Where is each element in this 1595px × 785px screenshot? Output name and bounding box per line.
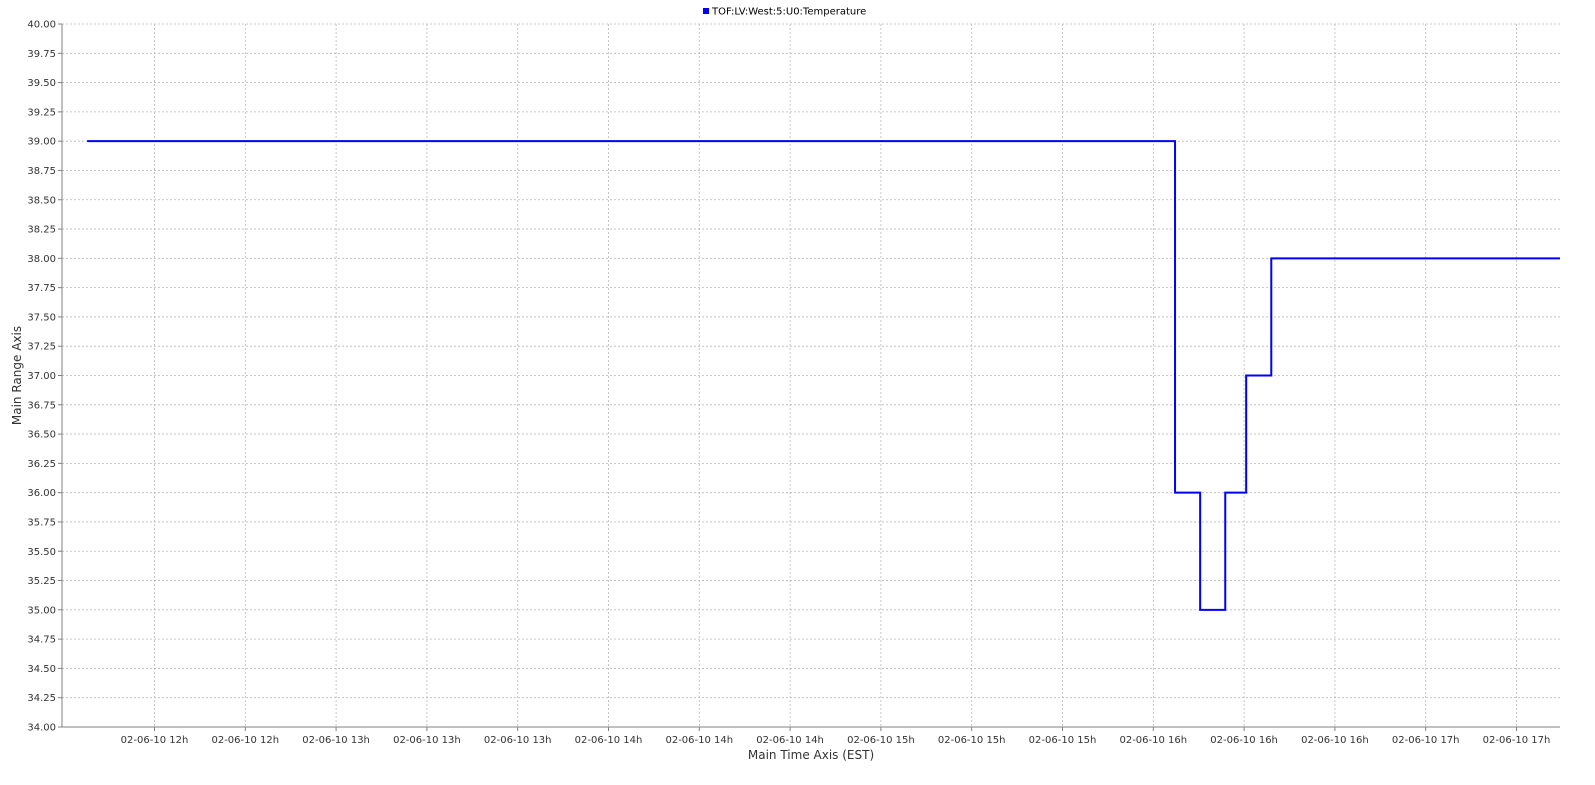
legend-label: TOF:LV:West:5:U0:Temperature <box>711 7 866 18</box>
grid <box>62 23 1560 728</box>
legend: TOF:LV:West:5:U0:Temperature <box>703 7 866 18</box>
x-axis-title: Main Time Axis (EST) <box>748 748 874 762</box>
x-tick-label: 02-06-10 17h <box>1483 735 1551 746</box>
y-tick-label: 34.00 <box>27 723 56 734</box>
y-axis-ticks: 34.00 34.25 34.50 34.75 35.00 35.25 35.50 35.75… <box>27 20 62 734</box>
x-tick-label: 02-06-10 15h <box>847 735 915 746</box>
y-tick-label: 35.75 <box>27 517 56 528</box>
x-tick-label: 02-06-10 13h <box>302 735 370 746</box>
y-tick-label: 34.50 <box>27 664 56 675</box>
y-tick-label: 38.50 <box>27 195 56 206</box>
y-tick-label: 39.25 <box>27 107 56 118</box>
y-tick-label: 39.50 <box>27 78 56 89</box>
y-tick-label: 38.25 <box>27 225 56 236</box>
x-tick-label: 02-06-10 12h <box>211 735 279 746</box>
x-tick-label: 02-06-10 15h <box>938 735 1006 746</box>
y-tick-label: 37.00 <box>27 371 56 382</box>
y-tick-label: 38.75 <box>27 166 56 177</box>
x-axis-ticks: 02-06-10 12h 02-06-10 12h 02-06-10 13h 02-0… <box>121 727 1551 746</box>
y-tick-label: 35.50 <box>27 547 56 558</box>
x-tick-label: 02-06-10 16h <box>1119 735 1187 746</box>
x-tick-label: 02-06-10 13h <box>484 735 552 746</box>
x-tick-label: 02-06-10 14h <box>575 735 643 746</box>
y-tick-label: 37.75 <box>27 283 56 294</box>
legend-swatch <box>703 8 709 14</box>
x-tick-label: 02-06-10 14h <box>756 735 824 746</box>
y-tick-label: 37.25 <box>27 342 56 353</box>
y-tick-label: 36.50 <box>27 430 56 441</box>
x-tick-label: 02-06-10 16h <box>1301 735 1369 746</box>
y-tick-label: 36.00 <box>27 488 56 499</box>
y-tick-label: 40.00 <box>27 20 56 31</box>
x-tick-label: 02-06-10 16h <box>1210 735 1278 746</box>
x-tick-label: 02-06-10 13h <box>393 735 461 746</box>
chart-canvas: TOF:LV:West:5:U0:Temperature 34.0034.253… <box>10 7 1560 762</box>
y-tick-label: 39.00 <box>27 137 56 148</box>
y-tick-label: 36.75 <box>27 400 56 411</box>
x-tick-label: 02-06-10 14h <box>665 735 733 746</box>
x-tick-label: 02-06-10 15h <box>1029 735 1097 746</box>
y-tick-label: 35.25 <box>27 576 56 587</box>
y-tick-label: 34.25 <box>27 693 56 704</box>
y-axis-title: Main Range Axis <box>10 326 24 425</box>
y-tick-label: 36.25 <box>27 459 56 470</box>
y-tick-label: 39.75 <box>27 49 56 60</box>
y-tick-label: 38.00 <box>27 254 56 265</box>
y-tick-label: 35.00 <box>27 605 56 616</box>
x-tick-label: 02-06-10 12h <box>121 735 189 746</box>
y-tick-label: 37.50 <box>27 312 56 323</box>
y-tick-label: 34.75 <box>27 635 56 646</box>
x-tick-label: 02-06-10 17h <box>1392 735 1460 746</box>
